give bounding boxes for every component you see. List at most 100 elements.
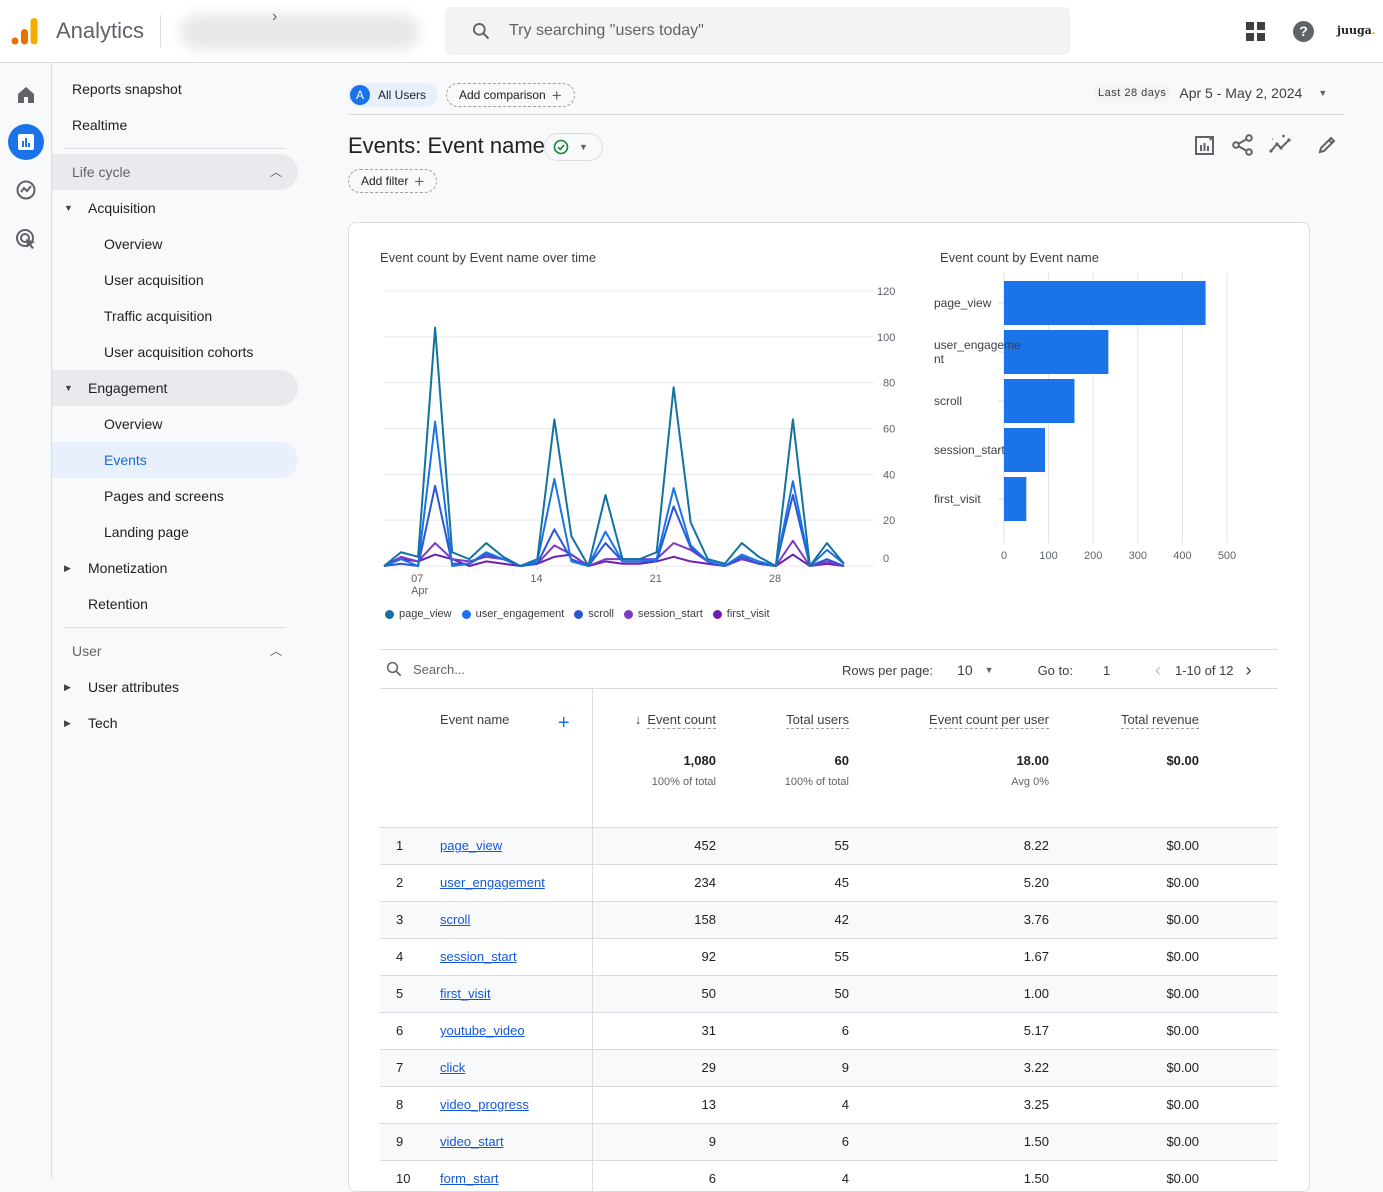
column-header-total-revenue[interactable]: Total revenue: [1049, 689, 1199, 749]
goto-input[interactable]: 1: [1103, 663, 1143, 678]
legend-item[interactable]: user_engagement: [461, 608, 564, 620]
legend-item[interactable]: session_start: [623, 608, 703, 620]
report-status-dropdown[interactable]: ▼: [544, 133, 603, 161]
segment-chip-all-users[interactable]: A All Users: [348, 83, 439, 107]
legend-item[interactable]: first_visit: [712, 608, 770, 620]
help-icon[interactable]: ?: [1293, 21, 1314, 42]
share-button[interactable]: [1231, 133, 1255, 157]
apps-grid-icon[interactable]: [1246, 22, 1266, 42]
event-name-link[interactable]: session_start: [440, 949, 517, 964]
legend-swatch: [385, 609, 394, 619]
row-index: 6: [380, 1012, 440, 1050]
event-count-cell: 92: [592, 938, 716, 976]
nav-acquisition-overview[interactable]: Overview: [52, 226, 298, 262]
event-name-link[interactable]: youtube_video: [440, 1023, 525, 1038]
legend-item[interactable]: page_view: [385, 608, 452, 620]
total-users: 60: [834, 753, 849, 768]
event-name-link[interactable]: scroll: [440, 912, 470, 927]
nav-section-user[interactable]: User ︿: [52, 633, 298, 669]
table-row: 1 page_view 452 55 8.22 $0.00: [380, 827, 1278, 865]
search-input[interactable]: [509, 19, 1009, 43]
total-users-cell: 4: [716, 1086, 849, 1124]
add-comparison-button[interactable]: Add comparison +: [446, 83, 575, 107]
rail-explore[interactable]: [8, 172, 44, 208]
add-filter-button[interactable]: Add filter +: [348, 169, 438, 193]
series-line-page-view[interactable]: [383, 326, 845, 567]
nav-user-acquisition[interactable]: User acquisition: [52, 262, 298, 298]
customize-report-button[interactable]: [1193, 133, 1217, 157]
customize-report-icon: [1195, 136, 1214, 155]
rail-home[interactable]: [8, 77, 44, 113]
add-dimension-icon[interactable]: +: [558, 712, 570, 735]
nav-engagement-overview[interactable]: Overview: [52, 406, 298, 442]
nav-monetization[interactable]: ▶ Monetization: [52, 550, 298, 586]
prev-page-icon[interactable]: ‹: [1155, 660, 1161, 681]
legend-item[interactable]: scroll: [574, 608, 614, 620]
edit-button[interactable]: [1315, 133, 1339, 157]
date-range-value: Apr 5 - May 2, 2024: [1179, 85, 1303, 101]
event-count-cell: 452: [592, 827, 716, 865]
nav-engagement[interactable]: ▼ Engagement: [52, 370, 298, 406]
column-header-event-count[interactable]: ↓ Event count: [592, 689, 716, 749]
y-tick-label: page_view: [934, 296, 992, 310]
account-logo[interactable]: juuga.: [1337, 24, 1376, 37]
bar-first-visit[interactable]: [1004, 477, 1027, 521]
next-page-icon[interactable]: ›: [1246, 660, 1252, 681]
nav-user-attributes[interactable]: ▶ User attributes: [52, 669, 298, 705]
button-label: Add filter: [361, 174, 409, 188]
rail-reports[interactable]: [8, 124, 44, 160]
nav-events[interactable]: Events: [52, 442, 298, 478]
nav-acquisition[interactable]: ▼ Acquisition: [52, 190, 298, 226]
bar-page-view[interactable]: [1004, 281, 1206, 325]
legend-swatch: [461, 609, 471, 619]
page-range: 1-10 of 12: [1174, 662, 1234, 678]
x-tick-label: 28: [769, 573, 781, 585]
segment-avatar: A: [350, 85, 370, 105]
nav-label: Reports snapshot: [72, 81, 182, 97]
column-header-total-users[interactable]: Total users: [716, 689, 849, 749]
table-search[interactable]: [385, 660, 613, 678]
per-user-cell: 5.20: [849, 864, 1049, 902]
event-name-link[interactable]: first_visit: [440, 986, 491, 1001]
total-users-sub: 100% of total: [784, 776, 849, 788]
event-name-link[interactable]: video_start: [440, 1134, 504, 1149]
event-name-link[interactable]: page_view: [440, 838, 502, 853]
revenue-cell: $0.00: [1049, 1012, 1199, 1050]
event-name-link[interactable]: click: [440, 1060, 465, 1075]
table-search-input[interactable]: [413, 661, 613, 677]
divider: [380, 649, 1278, 650]
insights-button[interactable]: [1269, 133, 1293, 157]
nav-user-acquisition-cohorts[interactable]: User acquisition cohorts: [52, 334, 298, 370]
bar-session-start[interactable]: [1004, 428, 1046, 472]
nav-traffic-acquisition[interactable]: Traffic acquisition: [52, 298, 298, 334]
nav-tech[interactable]: ▶ Tech: [52, 705, 298, 741]
nav-reports-snapshot[interactable]: Reports snapshot: [52, 71, 298, 107]
chart-legend: page_view user_engagement scroll session_st…: [385, 608, 770, 620]
segment-label: All Users: [378, 88, 427, 102]
nav-realtime[interactable]: Realtime: [52, 107, 298, 143]
search-bar[interactable]: [445, 7, 1070, 55]
nav-retention[interactable]: Retention: [52, 586, 298, 622]
rows-per-page-select[interactable]: 10 ▼: [957, 662, 994, 678]
series-line-user-engagement[interactable]: [383, 420, 845, 567]
sort-desc-icon: ↓: [634, 711, 642, 727]
analytics-logo[interactable]: [10, 16, 40, 46]
bar-scroll[interactable]: [1004, 379, 1075, 423]
column-header-event-name[interactable]: Event name +: [440, 689, 593, 749]
property-selector[interactable]: [180, 14, 420, 50]
per-user-cell: 8.22: [849, 827, 1049, 865]
bar-user-engagement[interactable]: [1004, 330, 1109, 374]
nav-pages-and-screens[interactable]: Pages and screens: [52, 478, 298, 514]
legend-label: session_start: [637, 608, 703, 620]
nav-section-lifecycle[interactable]: Life cycle ︿: [52, 154, 298, 190]
event-name-link[interactable]: video_progress: [440, 1097, 529, 1112]
rail-advertising[interactable]: [8, 221, 44, 257]
date-range-picker[interactable]: Last 28 days Apr 5 - May 2, 2024 ▼: [1095, 85, 1327, 101]
nav-landing-page[interactable]: Landing page: [52, 514, 298, 550]
event-count-cell: 31: [592, 1012, 716, 1050]
home-icon: [18, 87, 34, 103]
nav-label: Engagement: [88, 380, 168, 396]
y-tick-label: 40: [883, 469, 895, 481]
event-name-link[interactable]: user_engagement: [440, 875, 545, 890]
column-header-event-count-per-user[interactable]: Event count per user: [849, 689, 1049, 749]
